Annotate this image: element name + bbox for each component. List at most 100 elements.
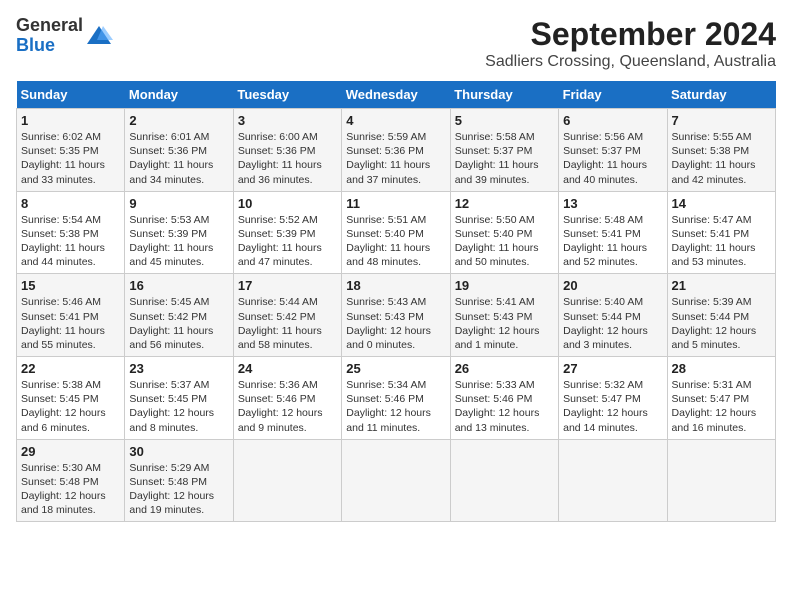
day-info: Sunrise: 5:46 AM Sunset: 5:41 PM Dayligh… <box>21 295 120 352</box>
page-header: General Blue September 2024 Sadliers Cro… <box>16 16 776 71</box>
weekday-header-saturday: Saturday <box>667 81 775 109</box>
weekday-header-thursday: Thursday <box>450 81 558 109</box>
logo-general-text: General Blue <box>16 16 83 56</box>
calendar-cell <box>450 439 558 522</box>
day-number: 11 <box>346 196 445 211</box>
calendar-cell: 17 Sunrise: 5:44 AM Sunset: 5:42 PM Dayli… <box>233 274 341 357</box>
day-info: Sunrise: 5:38 AM Sunset: 5:45 PM Dayligh… <box>21 378 120 435</box>
calendar-cell: 10 Sunrise: 5:52 AM Sunset: 5:39 PM Dayli… <box>233 191 341 274</box>
calendar-cell: 11 Sunrise: 5:51 AM Sunset: 5:40 PM Dayli… <box>342 191 450 274</box>
day-number: 17 <box>238 278 337 293</box>
day-info: Sunrise: 5:58 AM Sunset: 5:37 PM Dayligh… <box>455 130 554 187</box>
day-number: 2 <box>129 113 228 128</box>
day-info: Sunrise: 5:47 AM Sunset: 5:41 PM Dayligh… <box>672 213 771 270</box>
day-number: 20 <box>563 278 662 293</box>
calendar-cell: 14Sunrise: 5:47 AM Sunset: 5:41 PM Dayli… <box>667 191 775 274</box>
calendar-cell: 21 Sunrise: 5:39 AM Sunset: 5:44 PM Dayli… <box>667 274 775 357</box>
calendar-cell: 6 Sunrise: 5:56 AM Sunset: 5:37 PM Daylig… <box>559 109 667 192</box>
day-number: 27 <box>563 361 662 376</box>
calendar-cell: 30 Sunrise: 5:29 AM Sunset: 5:48 PM Dayli… <box>125 439 233 522</box>
calendar-cell: 13 Sunrise: 5:48 AM Sunset: 5:41 PM Dayli… <box>559 191 667 274</box>
calendar-cell: 25Sunrise: 5:34 AM Sunset: 5:46 PM Dayli… <box>342 357 450 440</box>
day-number: 6 <box>563 113 662 128</box>
calendar-cell: 2 Sunrise: 6:01 AM Sunset: 5:36 PM Daylig… <box>125 109 233 192</box>
day-number: 4 <box>346 113 445 128</box>
calendar-week-1: 1 Sunrise: 6:02 AM Sunset: 5:35 PM Daylig… <box>17 109 776 192</box>
day-info: Sunrise: 5:55 AM Sunset: 5:38 PM Dayligh… <box>672 130 771 187</box>
day-number: 1 <box>21 113 120 128</box>
day-number: 9 <box>129 196 228 211</box>
day-info: Sunrise: 5:36 AM Sunset: 5:46 PM Dayligh… <box>238 378 337 435</box>
day-number: 22 <box>21 361 120 376</box>
day-number: 30 <box>129 444 228 459</box>
day-info: Sunrise: 5:32 AM Sunset: 5:47 PM Dayligh… <box>563 378 662 435</box>
calendar-cell: 27 Sunrise: 5:32 AM Sunset: 5:47 PM Dayli… <box>559 357 667 440</box>
calendar-cell: 5 Sunrise: 5:58 AM Sunset: 5:37 PM Daylig… <box>450 109 558 192</box>
calendar-cell: 16 Sunrise: 5:45 AM Sunset: 5:42 PM Dayli… <box>125 274 233 357</box>
day-number: 24 <box>238 361 337 376</box>
day-number: 16 <box>129 278 228 293</box>
day-number: 23 <box>129 361 228 376</box>
calendar-cell: 9 Sunrise: 5:53 AM Sunset: 5:39 PM Daylig… <box>125 191 233 274</box>
day-info: Sunrise: 5:45 AM Sunset: 5:42 PM Dayligh… <box>129 295 228 352</box>
day-info: Sunrise: 5:52 AM Sunset: 5:39 PM Dayligh… <box>238 213 337 270</box>
day-info: Sunrise: 5:40 AM Sunset: 5:44 PM Dayligh… <box>563 295 662 352</box>
day-number: 13 <box>563 196 662 211</box>
day-info: Sunrise: 5:39 AM Sunset: 5:44 PM Dayligh… <box>672 295 771 352</box>
weekday-header-row: SundayMondayTuesdayWednesdayThursdayFrid… <box>17 81 776 109</box>
day-number: 10 <box>238 196 337 211</box>
day-info: Sunrise: 5:43 AM Sunset: 5:43 PM Dayligh… <box>346 295 445 352</box>
calendar-cell <box>233 439 341 522</box>
calendar-cell: 19 Sunrise: 5:41 AM Sunset: 5:43 PM Dayli… <box>450 274 558 357</box>
day-info: Sunrise: 6:02 AM Sunset: 5:35 PM Dayligh… <box>21 130 120 187</box>
calendar-table: SundayMondayTuesdayWednesdayThursdayFrid… <box>16 81 776 522</box>
calendar-cell: 3Sunrise: 6:00 AM Sunset: 5:36 PM Daylig… <box>233 109 341 192</box>
day-info: Sunrise: 5:33 AM Sunset: 5:46 PM Dayligh… <box>455 378 554 435</box>
calendar-cell: 22 Sunrise: 5:38 AM Sunset: 5:45 PM Dayli… <box>17 357 125 440</box>
day-info: Sunrise: 5:56 AM Sunset: 5:37 PM Dayligh… <box>563 130 662 187</box>
title-block: September 2024 Sadliers Crossing, Queens… <box>485 16 776 71</box>
day-number: 8 <box>21 196 120 211</box>
day-number: 26 <box>455 361 554 376</box>
calendar-cell: 26 Sunrise: 5:33 AM Sunset: 5:46 PM Dayli… <box>450 357 558 440</box>
day-number: 5 <box>455 113 554 128</box>
logo-icon <box>85 22 113 50</box>
day-info: Sunrise: 5:41 AM Sunset: 5:43 PM Dayligh… <box>455 295 554 352</box>
day-info: Sunrise: 5:29 AM Sunset: 5:48 PM Dayligh… <box>129 461 228 518</box>
calendar-cell <box>667 439 775 522</box>
day-info: Sunrise: 5:48 AM Sunset: 5:41 PM Dayligh… <box>563 213 662 270</box>
day-number: 28 <box>672 361 771 376</box>
calendar-cell <box>342 439 450 522</box>
calendar-cell <box>559 439 667 522</box>
weekday-header-wednesday: Wednesday <box>342 81 450 109</box>
day-info: Sunrise: 5:30 AM Sunset: 5:48 PM Dayligh… <box>21 461 120 518</box>
calendar-cell: 15 Sunrise: 5:46 AM Sunset: 5:41 PM Dayli… <box>17 274 125 357</box>
logo: General Blue <box>16 16 113 56</box>
day-info: Sunrise: 5:44 AM Sunset: 5:42 PM Dayligh… <box>238 295 337 352</box>
calendar-cell: 24 Sunrise: 5:36 AM Sunset: 5:46 PM Dayli… <box>233 357 341 440</box>
day-number: 19 <box>455 278 554 293</box>
day-info: Sunrise: 6:01 AM Sunset: 5:36 PM Dayligh… <box>129 130 228 187</box>
calendar-cell: 12 Sunrise: 5:50 AM Sunset: 5:40 PM Dayli… <box>450 191 558 274</box>
day-number: 15 <box>21 278 120 293</box>
day-info: Sunrise: 5:59 AM Sunset: 5:36 PM Dayligh… <box>346 130 445 187</box>
day-number: 12 <box>455 196 554 211</box>
weekday-header-friday: Friday <box>559 81 667 109</box>
day-number: 25 <box>346 361 445 376</box>
calendar-cell: 18 Sunrise: 5:43 AM Sunset: 5:43 PM Dayli… <box>342 274 450 357</box>
page-title: September 2024 <box>485 16 776 53</box>
calendar-week-4: 22 Sunrise: 5:38 AM Sunset: 5:45 PM Dayli… <box>17 357 776 440</box>
calendar-week-2: 8Sunrise: 5:54 AM Sunset: 5:38 PM Daylig… <box>17 191 776 274</box>
calendar-cell: 20 Sunrise: 5:40 AM Sunset: 5:44 PM Dayli… <box>559 274 667 357</box>
calendar-cell: 28 Sunrise: 5:31 AM Sunset: 5:47 PM Dayli… <box>667 357 775 440</box>
day-info: Sunrise: 5:53 AM Sunset: 5:39 PM Dayligh… <box>129 213 228 270</box>
day-info: Sunrise: 5:50 AM Sunset: 5:40 PM Dayligh… <box>455 213 554 270</box>
weekday-header-sunday: Sunday <box>17 81 125 109</box>
weekday-header-monday: Monday <box>125 81 233 109</box>
day-number: 7 <box>672 113 771 128</box>
calendar-cell: 8Sunrise: 5:54 AM Sunset: 5:38 PM Daylig… <box>17 191 125 274</box>
day-number: 18 <box>346 278 445 293</box>
day-info: Sunrise: 5:51 AM Sunset: 5:40 PM Dayligh… <box>346 213 445 270</box>
day-number: 21 <box>672 278 771 293</box>
day-info: Sunrise: 5:31 AM Sunset: 5:47 PM Dayligh… <box>672 378 771 435</box>
